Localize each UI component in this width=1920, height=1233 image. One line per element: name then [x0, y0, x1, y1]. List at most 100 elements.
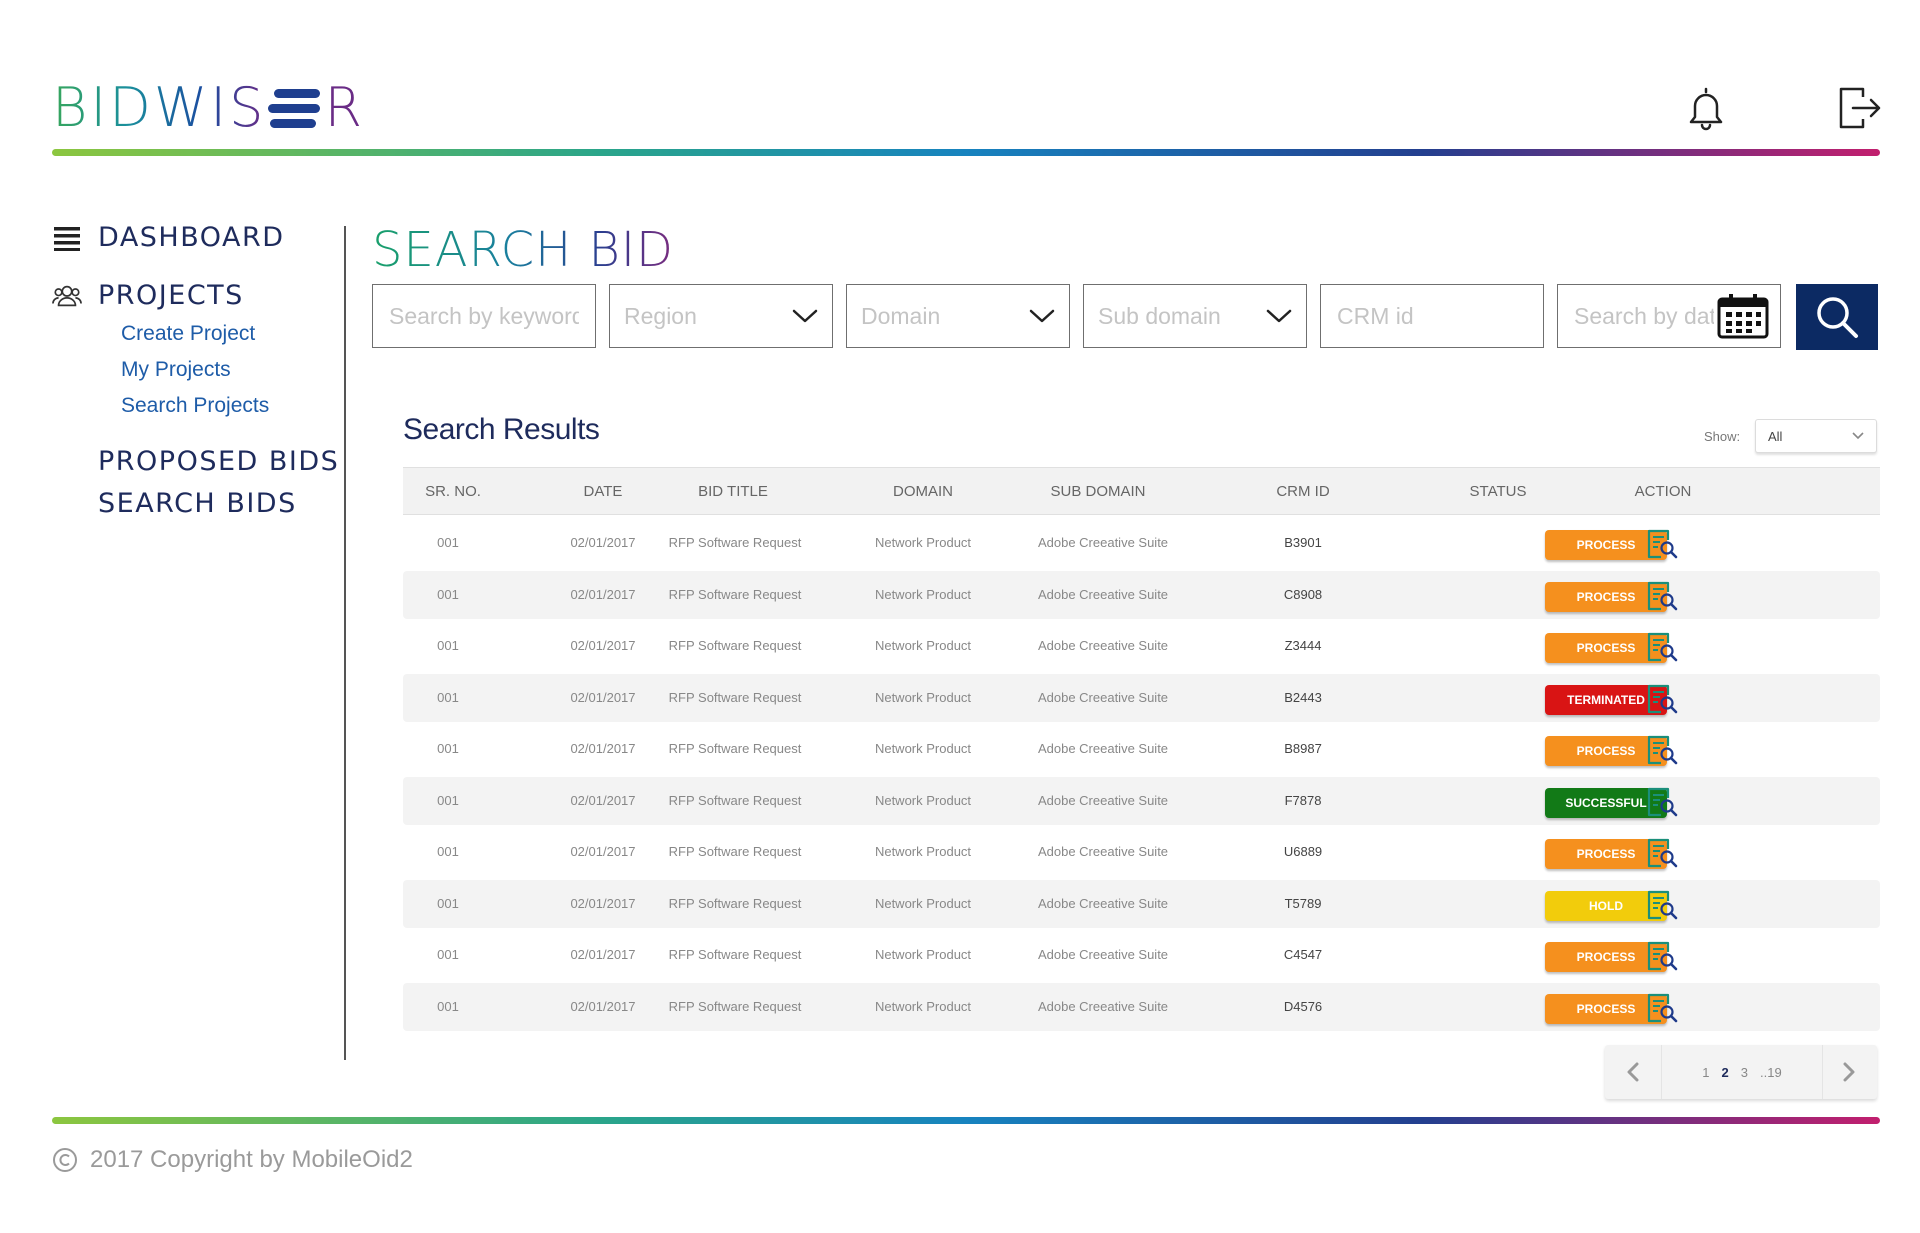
- cell-sr-no: 001: [437, 999, 459, 1014]
- view-document-icon: [1647, 735, 1678, 765]
- cell-crm-id: C4547: [1283, 947, 1323, 962]
- nav-create-project[interactable]: Create Project: [121, 320, 255, 348]
- keyword-search-input[interactable]: [387, 301, 581, 331]
- region-select-value: Region: [624, 302, 697, 329]
- table-row: 001 02/01/2017 RFP Software Request Network…: [403, 777, 1880, 825]
- show-label: Show:: [1704, 429, 1741, 444]
- cell-domain: Network Product: [874, 587, 972, 602]
- notifications-button[interactable]: [1682, 84, 1730, 132]
- page-last[interactable]: ..19: [1760, 1065, 1782, 1080]
- cell-bid-title: RFP Software Request: [668, 587, 802, 602]
- nav-search-bids[interactable]: SEARCH BIDS: [98, 488, 297, 520]
- col-sub-domain: SUB DOMAIN: [1050, 483, 1146, 500]
- cell-bid-title: RFP Software Request: [668, 690, 802, 705]
- nav-projects[interactable]: PROJECTS: [98, 280, 244, 312]
- view-document-icon: [1647, 838, 1678, 868]
- cell-crm-id: C8908: [1283, 587, 1323, 602]
- view-bid-button[interactable]: [1645, 683, 1679, 715]
- chevron-down-icon: [1029, 309, 1055, 323]
- show-select-value: All: [1768, 428, 1783, 444]
- subdomain-select[interactable]: Sub domain: [1083, 284, 1307, 348]
- domain-select[interactable]: Domain: [846, 284, 1070, 348]
- table-row: 001 02/01/2017 RFP Software Request Network…: [403, 828, 1880, 876]
- cell-sr-no: 001: [437, 535, 459, 550]
- logout-icon: [1839, 87, 1881, 129]
- col-action: ACTION: [1634, 483, 1692, 500]
- chevron-left-icon: [1627, 1062, 1639, 1082]
- prev-page-button[interactable]: [1605, 1045, 1661, 1099]
- date-search-field[interactable]: [1557, 284, 1781, 348]
- col-status: STATUS: [1469, 483, 1527, 500]
- cell-domain: Network Product: [874, 638, 972, 653]
- view-bid-button[interactable]: [1645, 889, 1679, 921]
- search-button[interactable]: [1796, 284, 1878, 350]
- subdomain-select-value: Sub domain: [1098, 302, 1221, 329]
- cell-crm-id: B3901: [1284, 535, 1322, 550]
- page-numbers: 1 2 3 ..19: [1661, 1045, 1823, 1099]
- cell-sub-domain: Adobe Creeative Suite: [1037, 999, 1169, 1014]
- page-3[interactable]: 3: [1741, 1065, 1748, 1080]
- cell-domain: Network Product: [874, 690, 972, 705]
- cell-sr-no: 001: [437, 638, 459, 653]
- keyword-search-field[interactable]: [372, 284, 596, 348]
- view-document-icon: [1647, 684, 1678, 714]
- view-bid-button[interactable]: [1645, 631, 1679, 663]
- pagination: 1 2 3 ..19: [1605, 1045, 1877, 1099]
- view-bid-button[interactable]: [1645, 580, 1679, 612]
- col-bid-title: BID TITLE: [698, 483, 768, 500]
- footer-divider: [52, 1117, 1880, 1124]
- nav-proposed-bids[interactable]: PROPOSED BIDS: [98, 446, 339, 478]
- chevron-down-icon: [1266, 309, 1292, 323]
- next-page-button[interactable]: [1821, 1045, 1877, 1099]
- crm-id-input[interactable]: [1335, 301, 1529, 331]
- copyright-text: 2017 Copyright by MobileOid2: [90, 1146, 413, 1173]
- table-row: 001 02/01/2017 RFP Software Request Network…: [403, 983, 1880, 1031]
- view-bid-button[interactable]: [1645, 992, 1679, 1024]
- logout-button[interactable]: [1836, 84, 1884, 132]
- cell-bid-title: RFP Software Request: [668, 999, 802, 1014]
- cell-crm-id: B2443: [1284, 690, 1322, 705]
- users-group-icon: [52, 281, 82, 311]
- view-bid-button[interactable]: [1645, 734, 1679, 766]
- region-select[interactable]: Region: [609, 284, 833, 348]
- cell-sr-no: 001: [437, 896, 459, 911]
- table-row: 001 02/01/2017 RFP Software Request Network…: [403, 880, 1880, 928]
- view-document-icon: [1647, 890, 1678, 920]
- cell-domain: Network Product: [874, 896, 972, 911]
- cell-sr-no: 001: [437, 690, 459, 705]
- table-header: SR. NO. DATE BID TITLE DOMAIN SUB DOMAIN…: [403, 467, 1880, 515]
- cell-sub-domain: Adobe Creeative Suite: [1037, 690, 1169, 705]
- header-divider: [52, 149, 1880, 156]
- col-sr-no: SR. NO.: [425, 483, 481, 500]
- cell-sub-domain: Adobe Creeative Suite: [1037, 947, 1169, 962]
- cell-bid-title: RFP Software Request: [668, 741, 802, 756]
- nav-search-projects[interactable]: Search Projects: [121, 392, 269, 420]
- cell-bid-title: RFP Software Request: [668, 896, 802, 911]
- page-2[interactable]: 2: [1722, 1065, 1729, 1080]
- cell-domain: Network Product: [874, 844, 972, 859]
- results-title: Search Results: [403, 413, 600, 446]
- view-bid-button[interactable]: [1645, 528, 1679, 560]
- view-document-icon: [1647, 529, 1678, 559]
- nav-dashboard[interactable]: DASHBOARD: [98, 222, 285, 254]
- view-bid-button[interactable]: [1645, 786, 1679, 818]
- nav-my-projects[interactable]: My Projects: [121, 356, 231, 384]
- view-bid-button[interactable]: [1645, 837, 1679, 869]
- show-select[interactable]: All: [1755, 419, 1877, 453]
- date-search-input[interactable]: [1572, 301, 1716, 331]
- table-row: 001 02/01/2017 RFP Software Request Network…: [403, 725, 1880, 773]
- cell-domain: Network Product: [874, 947, 972, 962]
- cell-domain: Network Product: [874, 999, 972, 1014]
- view-bid-button[interactable]: [1645, 940, 1679, 972]
- crm-id-field[interactable]: [1320, 284, 1544, 348]
- cell-crm-id: T5789: [1284, 896, 1322, 911]
- calendar-icon[interactable]: [1716, 292, 1770, 340]
- chevron-right-icon: [1843, 1062, 1855, 1082]
- cell-sr-no: 001: [437, 844, 459, 859]
- page-1[interactable]: 1: [1702, 1065, 1709, 1080]
- cell-crm-id: B8987: [1284, 741, 1322, 756]
- sidebar-divider: [344, 226, 346, 1060]
- page-title: SEARCH BID: [372, 222, 675, 278]
- brand-logo[interactable]: BIDWIS R: [52, 78, 362, 138]
- copyright-icon: [53, 1148, 77, 1172]
